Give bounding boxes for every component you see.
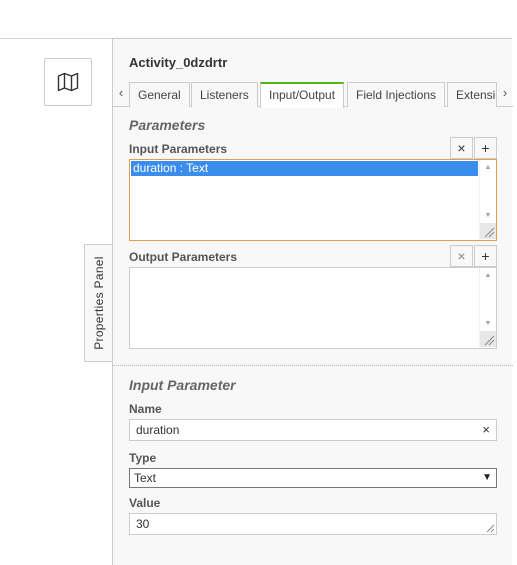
plus-icon: + bbox=[481, 248, 490, 264]
name-input[interactable]: duration × bbox=[129, 419, 497, 441]
properties-panel: Activity_0dzdrtr ‹ General Listeners Inp… bbox=[112, 38, 513, 565]
resize-grip-icon bbox=[484, 335, 495, 346]
type-select-value: Text bbox=[134, 471, 157, 485]
plus-icon: + bbox=[481, 140, 490, 156]
tab-input-output-label: Input/Output bbox=[269, 88, 336, 102]
name-label: Name bbox=[129, 402, 162, 416]
parameters-group-title: Parameters bbox=[129, 117, 206, 133]
value-textarea-value: 30 bbox=[136, 517, 150, 531]
resize-grip-icon bbox=[484, 227, 495, 238]
add-input-parameter-button[interactable]: + bbox=[474, 137, 497, 159]
output-parameters-scrollbar[interactable]: ▲ ▼ bbox=[479, 269, 496, 347]
add-output-parameter-button[interactable]: + bbox=[474, 245, 497, 267]
close-icon: × bbox=[457, 248, 466, 264]
scroll-down-icon[interactable]: ▼ bbox=[480, 320, 496, 327]
element-title: Activity_0dzdrtr bbox=[129, 55, 228, 70]
value-label: Value bbox=[129, 496, 161, 510]
list-item[interactable]: duration : Text bbox=[131, 161, 478, 176]
scroll-down-icon[interactable]: ▼ bbox=[480, 212, 496, 219]
resize-handle[interactable] bbox=[480, 331, 496, 347]
tab-listeners-label: Listeners bbox=[200, 88, 249, 102]
tabs-scroll-right-icon[interactable]: › bbox=[499, 85, 511, 100]
properties-panel-toggle[interactable]: Properties Panel bbox=[84, 244, 113, 362]
input-parameters-label: Input Parameters bbox=[129, 142, 228, 156]
tab-bar: ‹ General Listeners Input/Output Field I… bbox=[113, 81, 513, 108]
tab-input-output[interactable]: Input/Output bbox=[260, 82, 345, 108]
output-parameters-list[interactable]: ▲ ▼ bbox=[129, 267, 497, 349]
tab-listeners[interactable]: Listeners bbox=[191, 82, 258, 107]
tab-field-injections[interactable]: Field Injections bbox=[347, 82, 446, 107]
remove-output-parameter-button[interactable]: × bbox=[450, 245, 473, 267]
chevron-down-icon: ▼ bbox=[482, 472, 492, 483]
output-parameters-label: Output Parameters bbox=[129, 250, 238, 264]
name-input-value: duration bbox=[136, 423, 180, 437]
properties-panel-toggle-label: Properties Panel bbox=[92, 256, 106, 350]
value-textarea[interactable]: 30 bbox=[129, 513, 497, 535]
canvas-top-border bbox=[0, 38, 112, 39]
remove-input-parameter-button[interactable]: × bbox=[450, 137, 473, 159]
input-parameter-group-title: Input Parameter bbox=[129, 377, 236, 393]
type-label: Type bbox=[129, 451, 157, 465]
map-icon bbox=[57, 72, 79, 92]
scroll-up-icon[interactable]: ▲ bbox=[480, 164, 496, 171]
input-parameters-list[interactable]: duration : Text ▲ ▼ bbox=[129, 159, 497, 241]
group-separator bbox=[113, 365, 513, 366]
tab-general-label: General bbox=[138, 88, 181, 102]
resize-grip-icon[interactable] bbox=[486, 524, 495, 533]
type-select[interactable]: Text ▼ bbox=[129, 468, 497, 488]
clear-icon[interactable]: × bbox=[482, 420, 490, 440]
scroll-up-icon[interactable]: ▲ bbox=[480, 272, 496, 279]
tab-extensions-label: Extensions bbox=[456, 88, 496, 102]
tab-field-injections-label: Field Injections bbox=[356, 88, 437, 102]
tabs-scroll-left-icon[interactable]: ‹ bbox=[115, 85, 127, 100]
tab-extensions[interactable]: Extensions bbox=[447, 82, 497, 107]
minimap-toggle-button[interactable] bbox=[44, 58, 92, 106]
tab-general[interactable]: General bbox=[129, 82, 190, 107]
input-parameters-scrollbar[interactable]: ▲ ▼ bbox=[479, 161, 496, 239]
resize-handle[interactable] bbox=[480, 223, 496, 239]
close-icon: × bbox=[457, 140, 466, 156]
